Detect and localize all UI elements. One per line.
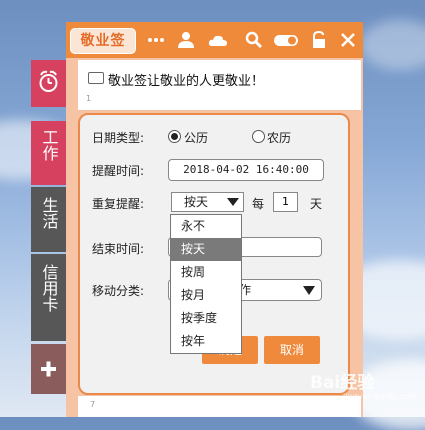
memo-item[interactable]: 敬业签让敬业的人更敬业！ 1 <box>78 60 361 110</box>
chevron-down-icon <box>227 198 239 206</box>
memo-text: 敬业签让敬业的人更敬业！ <box>108 74 265 89</box>
radio-solar-label: 公历 <box>184 131 209 145</box>
cancel-button[interactable]: 取消 <box>264 336 320 364</box>
alarm-clock-icon <box>39 70 58 92</box>
unit-label: 天 <box>310 197 323 211</box>
remind-time-label: 提醒时间: <box>92 164 145 178</box>
user-icon[interactable] <box>176 30 196 50</box>
search-icon[interactable] <box>244 30 264 50</box>
radio-lunar[interactable] <box>252 130 265 143</box>
repeat-option[interactable]: 按季度 <box>171 307 241 330</box>
sidebar-tab-work[interactable]: 工作 <box>31 121 66 185</box>
radio-solar[interactable] <box>168 130 181 143</box>
repeat-options-dropdown: 永不 按天 按周 按月 按季度 按年 <box>170 214 242 354</box>
add-tab-button[interactable] <box>31 344 66 394</box>
memo-checkbox[interactable] <box>88 72 104 84</box>
close-icon[interactable] <box>338 30 358 50</box>
repeat-interval-input[interactable]: 1 <box>273 192 298 212</box>
repeat-option-selected[interactable]: 按天 <box>171 238 241 261</box>
line-number: 1 <box>86 94 92 103</box>
sidebar-tab-life[interactable]: 生活 <box>31 187 66 252</box>
watermark: Bai经验 <box>310 373 375 393</box>
memo-item-bottom: 7 <box>78 396 361 417</box>
every-label: 每 <box>252 197 265 211</box>
title-bar: 敬业签 <box>66 22 363 58</box>
sidebar-tab-credit-card[interactable]: 信用卡 <box>31 254 66 341</box>
unlock-icon[interactable] <box>309 30 329 50</box>
category-label: 移动分类: <box>92 284 145 298</box>
repeat-option[interactable]: 按年 <box>171 330 241 353</box>
repeat-label: 重复提醒: <box>92 197 145 211</box>
remind-time-input[interactable]: 2018-04-02 16:40:00 <box>168 159 324 181</box>
repeat-selected-value: 按天 <box>184 195 209 209</box>
repeat-select[interactable]: 按天 <box>171 192 244 212</box>
app-title: 敬业签 <box>70 28 136 54</box>
sidebar-tab-label: 生活 <box>39 197 59 229</box>
line-number: 7 <box>90 400 96 409</box>
end-time-label: 结束时间: <box>92 242 145 256</box>
repeat-option[interactable]: 永不 <box>171 215 241 238</box>
date-type-label: 日期类型: <box>92 131 145 145</box>
repeat-option[interactable]: 按月 <box>171 284 241 307</box>
more-icon[interactable] <box>146 30 166 50</box>
watermark-subtext: jingyan.baidu.com <box>343 392 417 401</box>
sidebar-tab-label: 信用卡 <box>39 264 59 312</box>
radio-lunar-label: 农历 <box>267 131 292 145</box>
plus-icon <box>41 361 56 377</box>
sidebar-tab-label: 工作 <box>39 129 59 161</box>
chevron-down-icon <box>303 286 315 295</box>
repeat-option[interactable]: 按周 <box>171 261 241 284</box>
cloud-sync-icon[interactable] <box>208 30 228 50</box>
alarm-tab[interactable] <box>31 60 66 107</box>
toggle-icon[interactable] <box>273 30 299 50</box>
